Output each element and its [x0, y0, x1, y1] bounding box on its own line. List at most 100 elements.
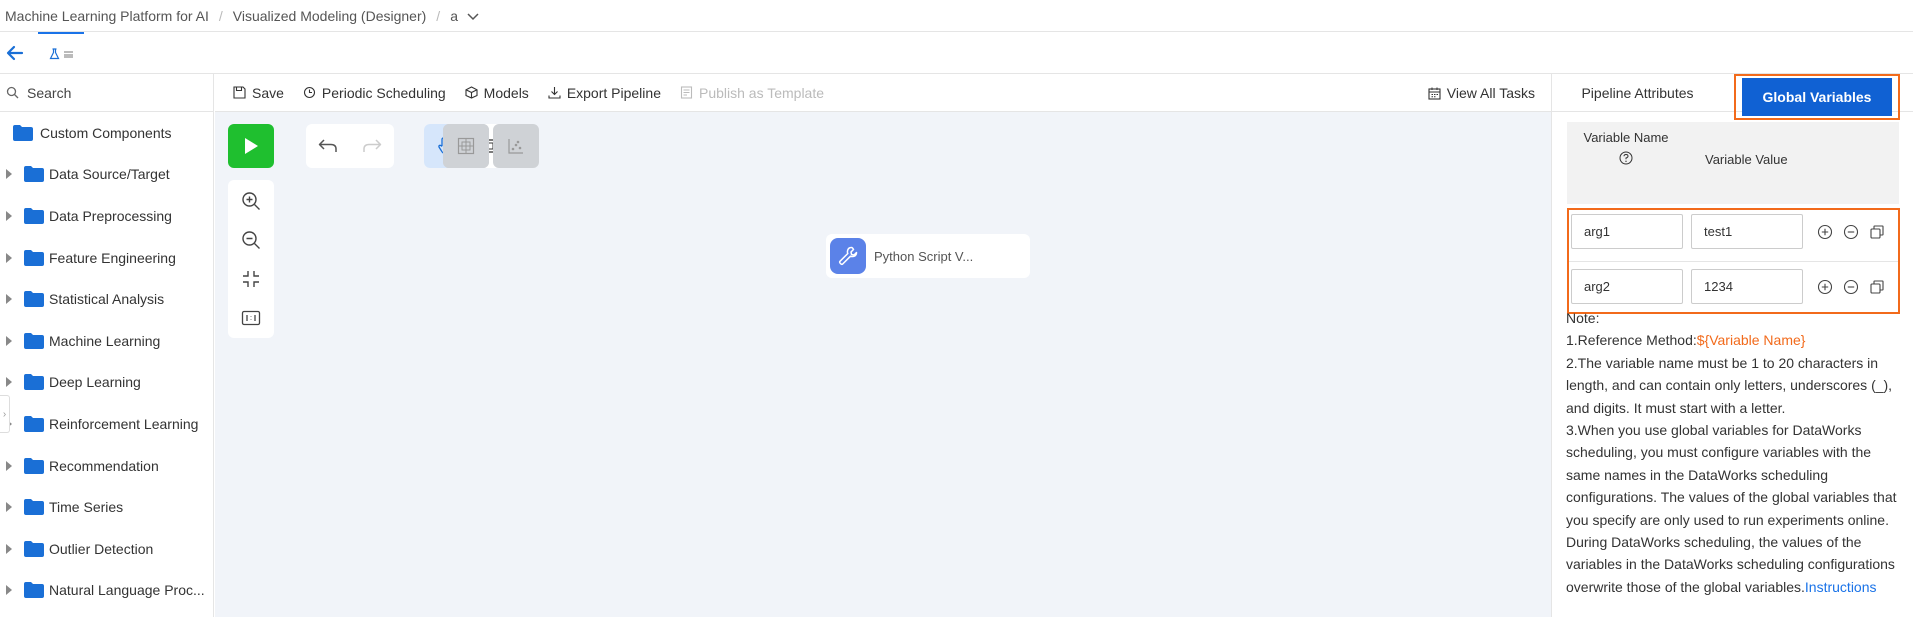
variable-name-input[interactable]: [1571, 214, 1683, 249]
folder-icon: [24, 166, 44, 183]
note-line-1: 1.Reference Method:${Variable Name}: [1566, 329, 1906, 351]
tree-item-statistical-analysis[interactable]: Statistical Analysis: [0, 278, 213, 320]
copy-icon[interactable]: [1869, 224, 1885, 240]
run-button[interactable]: [228, 124, 274, 168]
caret-right-icon[interactable]: [6, 543, 12, 554]
wrench-icon: [838, 246, 858, 266]
tree-item-reinforcement-learning[interactable]: Reinforcement Learning: [0, 403, 213, 445]
caret-right-icon[interactable]: [6, 252, 12, 263]
auto-arrange-button[interactable]: [493, 124, 539, 168]
view-all-tasks-label: View All Tasks: [1446, 85, 1535, 101]
folder-icon: [24, 499, 44, 516]
grid-layout-icon: [457, 137, 475, 155]
breadcrumb-pipeline[interactable]: a: [450, 8, 458, 24]
tree-item-recommendation[interactable]: Recommendation: [0, 445, 213, 487]
remove-circle-icon[interactable]: [1843, 279, 1859, 295]
sidebar-collapse-handle[interactable]: ›: [0, 395, 10, 433]
variable-name-input[interactable]: [1571, 269, 1683, 304]
search-input[interactable]: [27, 84, 207, 101]
tree-item-label: Data Preprocessing: [49, 207, 172, 224]
caret-right-icon[interactable]: [6, 294, 12, 305]
actual-size-button[interactable]: [228, 299, 274, 336]
column-variable-name: Variable Name: [1581, 130, 1671, 165]
pipeline-canvas[interactable]: Python Script V...: [215, 112, 1551, 617]
variable-row: [1571, 269, 1898, 307]
tree-item-data-source[interactable]: Data Source/Target: [0, 154, 213, 196]
copy-icon[interactable]: [1869, 279, 1885, 295]
export-pipeline-label: Export Pipeline: [566, 84, 661, 101]
view-all-tasks-button[interactable]: View All Tasks: [1428, 85, 1535, 101]
history-controls: [306, 124, 394, 168]
publish-template-button[interactable]: Publish as Template: [680, 85, 824, 101]
zoom-in-icon: [242, 191, 260, 210]
add-circle-icon[interactable]: [1817, 224, 1833, 240]
tree-item-label: Custom Components: [40, 124, 172, 141]
tree-item-custom-components[interactable]: Custom Components: [0, 112, 213, 154]
layout-grid-button[interactable]: [443, 124, 489, 168]
undo-button[interactable]: [306, 124, 350, 168]
actual-size-icon: [241, 310, 261, 325]
tree-item-time-series[interactable]: Time Series: [0, 486, 213, 528]
variable-value-input[interactable]: [1691, 269, 1803, 304]
tree-item-label: Deep Learning: [49, 374, 141, 391]
variable-value-input[interactable]: [1691, 214, 1803, 249]
flask-icon: [49, 48, 60, 60]
caret-right-icon[interactable]: [6, 169, 12, 180]
remove-circle-icon[interactable]: [1843, 224, 1859, 240]
zoom-out-button[interactable]: [228, 221, 274, 258]
tree-item-nlp[interactable]: Natural Language Proc...: [0, 570, 213, 612]
instructions-link[interactable]: Instructions: [1805, 579, 1877, 595]
folder-icon: [24, 249, 44, 266]
save-button[interactable]: Save: [233, 85, 284, 101]
caret-right-icon[interactable]: [6, 585, 12, 596]
download-icon: [548, 87, 561, 99]
fit-view-button[interactable]: [228, 260, 274, 297]
help-icon[interactable]: [1619, 151, 1633, 165]
note-line-2: 2.The variable name must be 1 to 20 char…: [1566, 354, 1893, 416]
breadcrumb: Machine Learning Platform for AI / Visua…: [0, 0, 1913, 32]
tree-item-deep-learning[interactable]: Deep Learning: [0, 362, 213, 404]
chevron-down-icon[interactable]: [466, 9, 480, 23]
add-circle-icon[interactable]: [1817, 279, 1833, 295]
tab-label: Global Variables: [1742, 78, 1892, 116]
redo-icon: [363, 139, 382, 152]
redo-button[interactable]: [350, 124, 394, 168]
folder-icon: [24, 207, 44, 224]
node-icon-box: [830, 238, 866, 274]
pipeline-tab[interactable]: [38, 32, 84, 74]
tab-global-variables[interactable]: Global Variables: [1734, 74, 1900, 120]
component-sidebar: Custom Components Data Source/Target Dat…: [0, 74, 214, 617]
note-reference-syntax: ${Variable Name}: [1696, 332, 1806, 349]
zoom-in-button[interactable]: [228, 182, 274, 219]
models-label: Models: [483, 84, 529, 101]
periodic-scheduling-button[interactable]: Periodic Scheduling: [303, 85, 446, 101]
node-label: Python Script V...: [874, 248, 974, 264]
folder-icon: [24, 582, 44, 599]
caret-right-icon[interactable]: [6, 335, 12, 346]
tab-pipeline-attributes[interactable]: Pipeline Attributes: [1552, 74, 1723, 112]
tree-item-feature-engineering[interactable]: Feature Engineering: [0, 237, 213, 279]
folder-icon: [24, 332, 44, 349]
breadcrumb-platform[interactable]: Machine Learning Platform for AI: [5, 8, 209, 24]
cube-icon: [465, 86, 478, 99]
calendar-icon: [1428, 87, 1441, 100]
caret-right-icon[interactable]: [6, 460, 12, 471]
canvas-toolbar: Save Periodic Scheduling Models Export P…: [215, 74, 1551, 112]
publish-template-label: Publish as Template: [698, 84, 825, 101]
arrow-left-icon[interactable]: [4, 42, 26, 64]
search-bar: [0, 74, 213, 112]
note-title: Note:: [1566, 310, 1600, 326]
caret-right-icon[interactable]: [6, 502, 12, 513]
breadcrumb-designer[interactable]: Visualized Modeling (Designer): [233, 8, 427, 24]
pipeline-node[interactable]: Python Script V...: [826, 234, 1030, 278]
tree-item-data-preprocessing[interactable]: Data Preprocessing: [0, 195, 213, 237]
folder-icon: [24, 291, 44, 308]
tree-item-machine-learning[interactable]: Machine Learning: [0, 320, 213, 362]
export-pipeline-button[interactable]: Export Pipeline: [548, 85, 661, 101]
caret-right-icon[interactable]: [6, 377, 12, 388]
undo-icon: [318, 139, 337, 152]
models-button[interactable]: Models: [465, 85, 529, 101]
caret-right-icon[interactable]: [6, 210, 12, 221]
global-variables-note: Note: 1.Reference Method:${Variable Name…: [1566, 307, 1906, 598]
tree-item-outlier-detection[interactable]: Outlier Detection: [0, 528, 213, 570]
